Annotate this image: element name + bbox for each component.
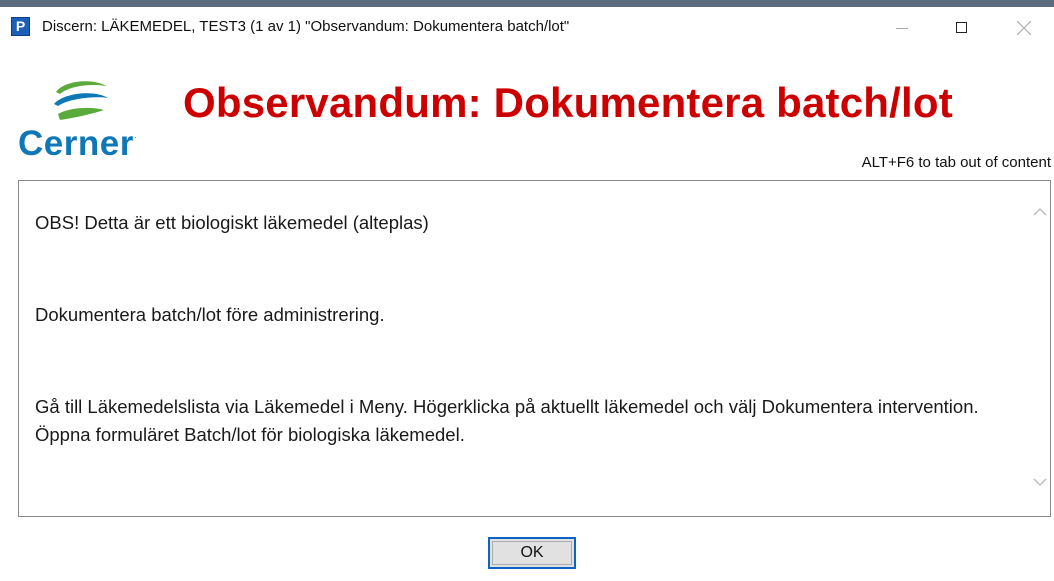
keyboard-hint: ALT+F6 to tab out of content xyxy=(861,154,1051,171)
content-paragraph: OBS! Detta är ett biologiskt läkemedel (… xyxy=(35,212,429,233)
content-panel[interactable]: OBS! Detta är ett biologiskt läkemedel (… xyxy=(18,180,1051,517)
background-strip xyxy=(0,0,1054,7)
close-button[interactable] xyxy=(1000,8,1046,48)
page-title: Observandum: Dokumentera batch/lot xyxy=(183,79,953,126)
cerner-logo-mark-icon xyxy=(54,81,108,120)
vertical-scrollbar[interactable] xyxy=(1030,181,1050,516)
window-title: Discern: LÄKEMEDEL, TEST3 (1 av 1) "Obse… xyxy=(42,18,570,35)
minimize-button[interactable] xyxy=(880,8,926,48)
close-icon xyxy=(1017,21,1031,35)
chevron-up-icon[interactable] xyxy=(1033,207,1047,217)
content-paragraph: Dokumentera batch/lot före administrerin… xyxy=(35,304,385,325)
ok-button-label: OK xyxy=(520,544,544,561)
chevron-down-icon[interactable] xyxy=(1033,477,1047,487)
ok-button[interactable]: OK xyxy=(488,537,576,569)
content-paragraph: Gå till Läkemedelslista via Läkemedel i … xyxy=(35,396,979,445)
cerner-logo-text: Cerner· xyxy=(18,124,138,163)
maximize-button[interactable] xyxy=(940,8,986,48)
app-icon: P xyxy=(11,17,30,36)
cerner-logo: Cerner· xyxy=(18,78,158,170)
